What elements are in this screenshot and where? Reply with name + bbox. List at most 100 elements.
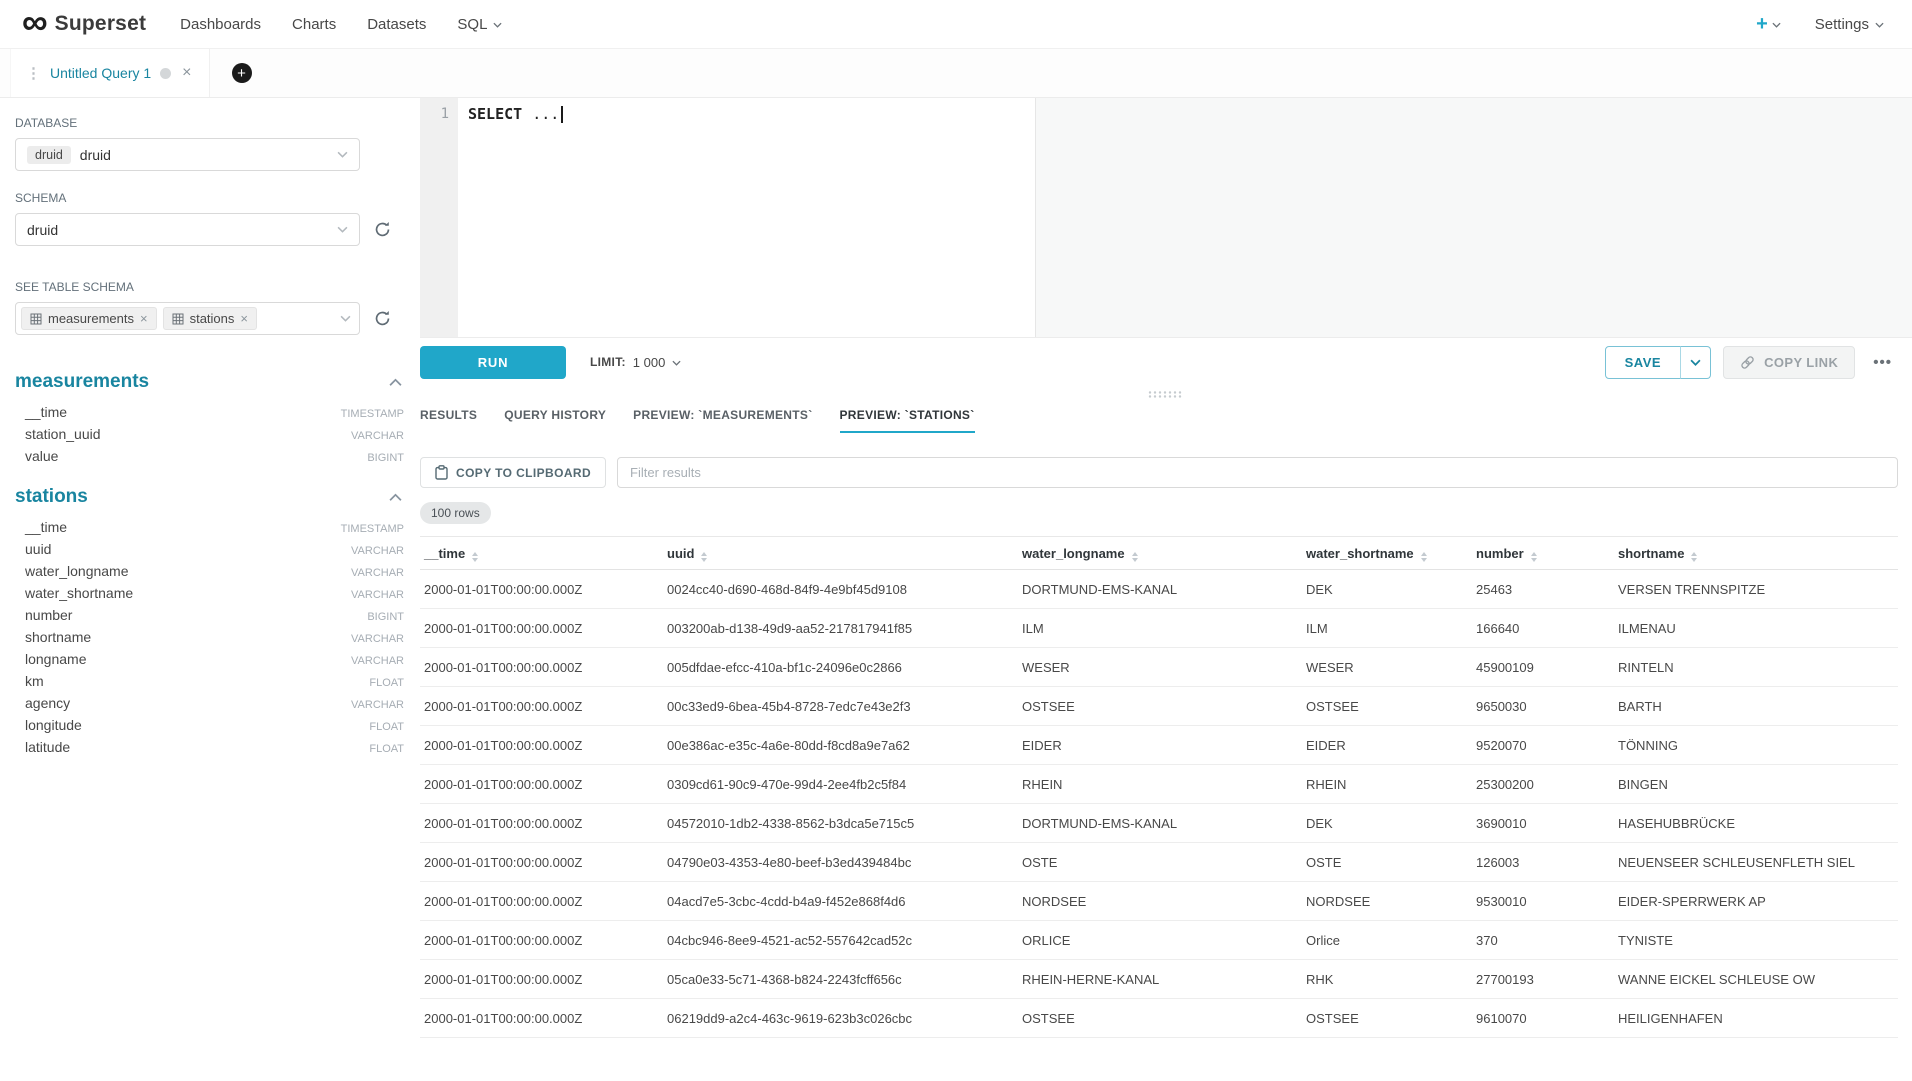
editor-gutter: 1	[420, 98, 458, 337]
sort-icon[interactable]	[1531, 544, 1537, 562]
tab-query-history[interactable]: QUERY HISTORY	[504, 408, 606, 433]
more-options-icon[interactable]: •••	[1867, 350, 1898, 375]
table-cell: ILMENAU	[1614, 621, 1898, 636]
plus-icon: +	[237, 66, 246, 81]
column-row: kmFLOAT	[15, 673, 404, 695]
sort-icon[interactable]	[1132, 544, 1138, 562]
nav-item-datasets[interactable]: Datasets	[367, 16, 426, 33]
column-name: longitude	[25, 717, 82, 733]
column-header-water-longname[interactable]: water_longname	[1018, 544, 1302, 562]
nav-item-dashboards[interactable]: Dashboards	[180, 16, 261, 33]
sort-icon[interactable]	[701, 544, 707, 562]
new-item-button[interactable]: +	[1756, 14, 1781, 34]
table-cell: VERSEN TRENNSPITZE	[1614, 582, 1898, 597]
filter-results-input[interactable]	[617, 457, 1898, 488]
nav-right: + Settings	[1756, 14, 1884, 34]
table-cell: 2000-01-01T00:00:00.000Z	[420, 660, 663, 675]
limit-dropdown[interactable]: LIMIT: 1 000	[590, 355, 681, 370]
table-cell: 0309cd61-90c9-470e-99d4-2ee4fb2c5f84	[663, 777, 1018, 792]
tab-preview-measurements[interactable]: PREVIEW: `MEASUREMENTS`	[633, 408, 812, 433]
column-header-time[interactable]: __time	[420, 544, 663, 562]
copy-link-button[interactable]: COPY LINK	[1723, 346, 1855, 379]
run-button[interactable]: RUN	[420, 346, 566, 379]
refresh-tables-button[interactable]	[371, 308, 393, 330]
column-row: uuidVARCHAR	[15, 541, 404, 563]
nav-menu: Dashboards Charts Datasets SQL	[180, 16, 533, 33]
tab-preview-stations[interactable]: PREVIEW: `STATIONS`	[840, 408, 975, 433]
table-cell: 003200ab-d138-49d9-aa52-217817941f85	[663, 621, 1018, 636]
table-cell: WESER	[1302, 660, 1472, 675]
column-row: __timeTIMESTAMP	[15, 404, 404, 426]
table-cell: 0024cc40-d690-468d-84f9-4e9bf45d9108	[663, 582, 1018, 597]
save-button[interactable]: SAVE	[1605, 346, 1681, 379]
sort-icon[interactable]	[1421, 544, 1427, 562]
table-cell: 370	[1472, 933, 1614, 948]
chevron-up-icon[interactable]	[387, 491, 404, 504]
superset-logo-icon: ∞	[22, 7, 48, 37]
schema-table-header[interactable]: measurements	[15, 371, 404, 393]
table-row: 2000-01-01T00:00:00.000Z06219dd9-a2c4-46…	[420, 999, 1898, 1038]
remove-table-icon[interactable]: ×	[140, 311, 148, 326]
table-cell: 005dfdae-efcc-410a-bf1c-24096e0c2866	[663, 660, 1018, 675]
table-cell: 25463	[1472, 582, 1614, 597]
table-cell: 45900109	[1472, 660, 1614, 675]
column-header-label: water_shortname	[1306, 546, 1414, 561]
nav-item-charts[interactable]: Charts	[292, 16, 336, 33]
table-cell: 2000-01-01T00:00:00.000Z	[420, 1011, 663, 1026]
column-header-water-shortname[interactable]: water_shortname	[1302, 544, 1472, 562]
table-cell: 2000-01-01T00:00:00.000Z	[420, 621, 663, 636]
column-header-label: water_longname	[1022, 546, 1125, 561]
column-name: agency	[25, 695, 70, 711]
sql-editor[interactable]: SELECT...	[458, 98, 1912, 337]
column-name: water_shortname	[25, 585, 133, 601]
sort-icon[interactable]	[472, 544, 478, 562]
schema-select[interactable]: druid	[15, 213, 360, 246]
sql-keyword: SELECT	[468, 105, 522, 123]
database-select[interactable]: druid druid	[15, 138, 360, 171]
column-type: TIMESTAMP	[341, 523, 404, 535]
table-cell: 166640	[1472, 621, 1614, 636]
table-cell: 3690010	[1472, 816, 1614, 831]
nav-item-sql[interactable]: SQL	[457, 16, 502, 33]
table-cell: WESER	[1018, 660, 1302, 675]
query-tab[interactable]: ⋮ Untitled Query 1 ×	[10, 49, 210, 97]
column-name: uuid	[25, 541, 51, 557]
schema-table-stations: stations__timeTIMESTAMPuuidVARCHARwater_…	[15, 486, 404, 761]
nav-item-label: Datasets	[367, 16, 426, 33]
chevron-up-icon[interactable]	[387, 376, 404, 389]
settings-menu[interactable]: Settings	[1815, 16, 1884, 33]
nav-item-label: SQL	[457, 16, 487, 33]
tab-results[interactable]: RESULTS	[420, 408, 477, 433]
add-tab-button[interactable]: +	[232, 63, 252, 83]
column-row: station_uuidVARCHAR	[15, 426, 404, 448]
table-chip-measurements[interactable]: measurements×	[21, 307, 157, 330]
sort-icon[interactable]	[1691, 544, 1697, 562]
table-cell: RHEIN	[1018, 777, 1302, 792]
column-header-shortname[interactable]: shortname	[1614, 544, 1898, 562]
close-tab-icon[interactable]: ×	[180, 64, 193, 82]
column-type: VARCHAR	[351, 589, 404, 601]
remove-table-icon[interactable]: ×	[240, 311, 248, 326]
schema-table-header[interactable]: stations	[15, 486, 404, 508]
table-icon	[30, 313, 42, 325]
table-cell: 04790e03-4353-4e80-beef-b3ed439484bc	[663, 855, 1018, 870]
column-header-label: number	[1476, 546, 1524, 561]
column-header-uuid[interactable]: uuid	[663, 544, 1018, 562]
link-icon	[1740, 355, 1755, 370]
copy-link-label: COPY LINK	[1764, 355, 1838, 370]
table-cell: OSTSEE	[1302, 1011, 1472, 1026]
panel-resize-handle[interactable]	[420, 386, 1912, 402]
drag-handle-icon[interactable]: ⋮	[26, 64, 41, 82]
column-header-number[interactable]: number	[1472, 544, 1614, 562]
refresh-schemas-button[interactable]	[371, 219, 393, 241]
superset-brand[interactable]: ∞ Superset	[22, 11, 146, 37]
south-tabs: RESULTS QUERY HISTORY PREVIEW: `MEASUREMEN…	[420, 402, 1898, 433]
south-panel: RESULTS QUERY HISTORY PREVIEW: `MEASUREMEN…	[420, 402, 1912, 1081]
plus-icon: +	[1756, 14, 1768, 34]
copy-to-clipboard-button[interactable]: COPY TO CLIPBOARD	[420, 457, 606, 488]
table-chip-stations[interactable]: stations×	[163, 307, 257, 330]
table-cell: RHEIN	[1302, 777, 1472, 792]
save-dropdown-button[interactable]	[1680, 346, 1711, 379]
save-split-button: SAVE	[1605, 346, 1711, 379]
table-select[interactable]: measurements× stations×	[15, 302, 360, 335]
